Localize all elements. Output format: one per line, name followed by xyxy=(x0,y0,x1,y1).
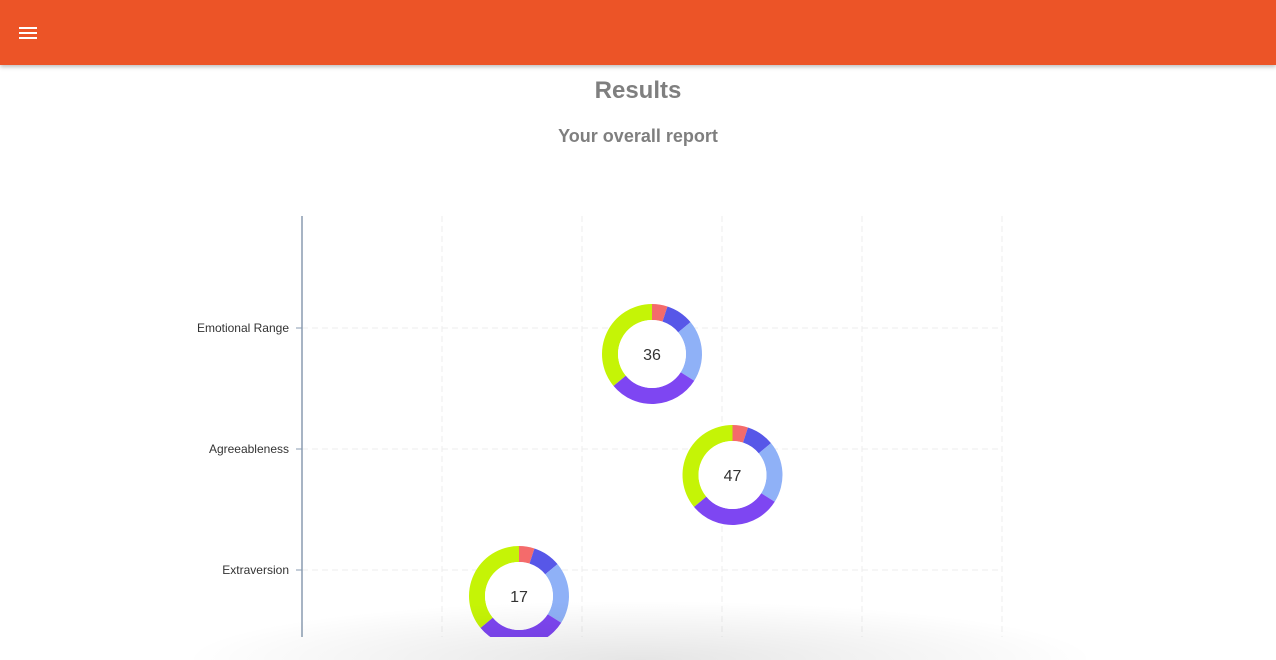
results-chart: Emotional Range Agreeableness Extraversion… xyxy=(197,216,1003,637)
data-point-label: 47 xyxy=(724,468,742,485)
y-axis-label: Emotional Range xyxy=(197,321,289,335)
y-axis-label: Agreeableness xyxy=(209,442,289,456)
data-point-label: 36 xyxy=(643,347,661,364)
data-point-label: 17 xyxy=(510,589,528,606)
y-axis-label: Extraversion xyxy=(222,563,289,577)
